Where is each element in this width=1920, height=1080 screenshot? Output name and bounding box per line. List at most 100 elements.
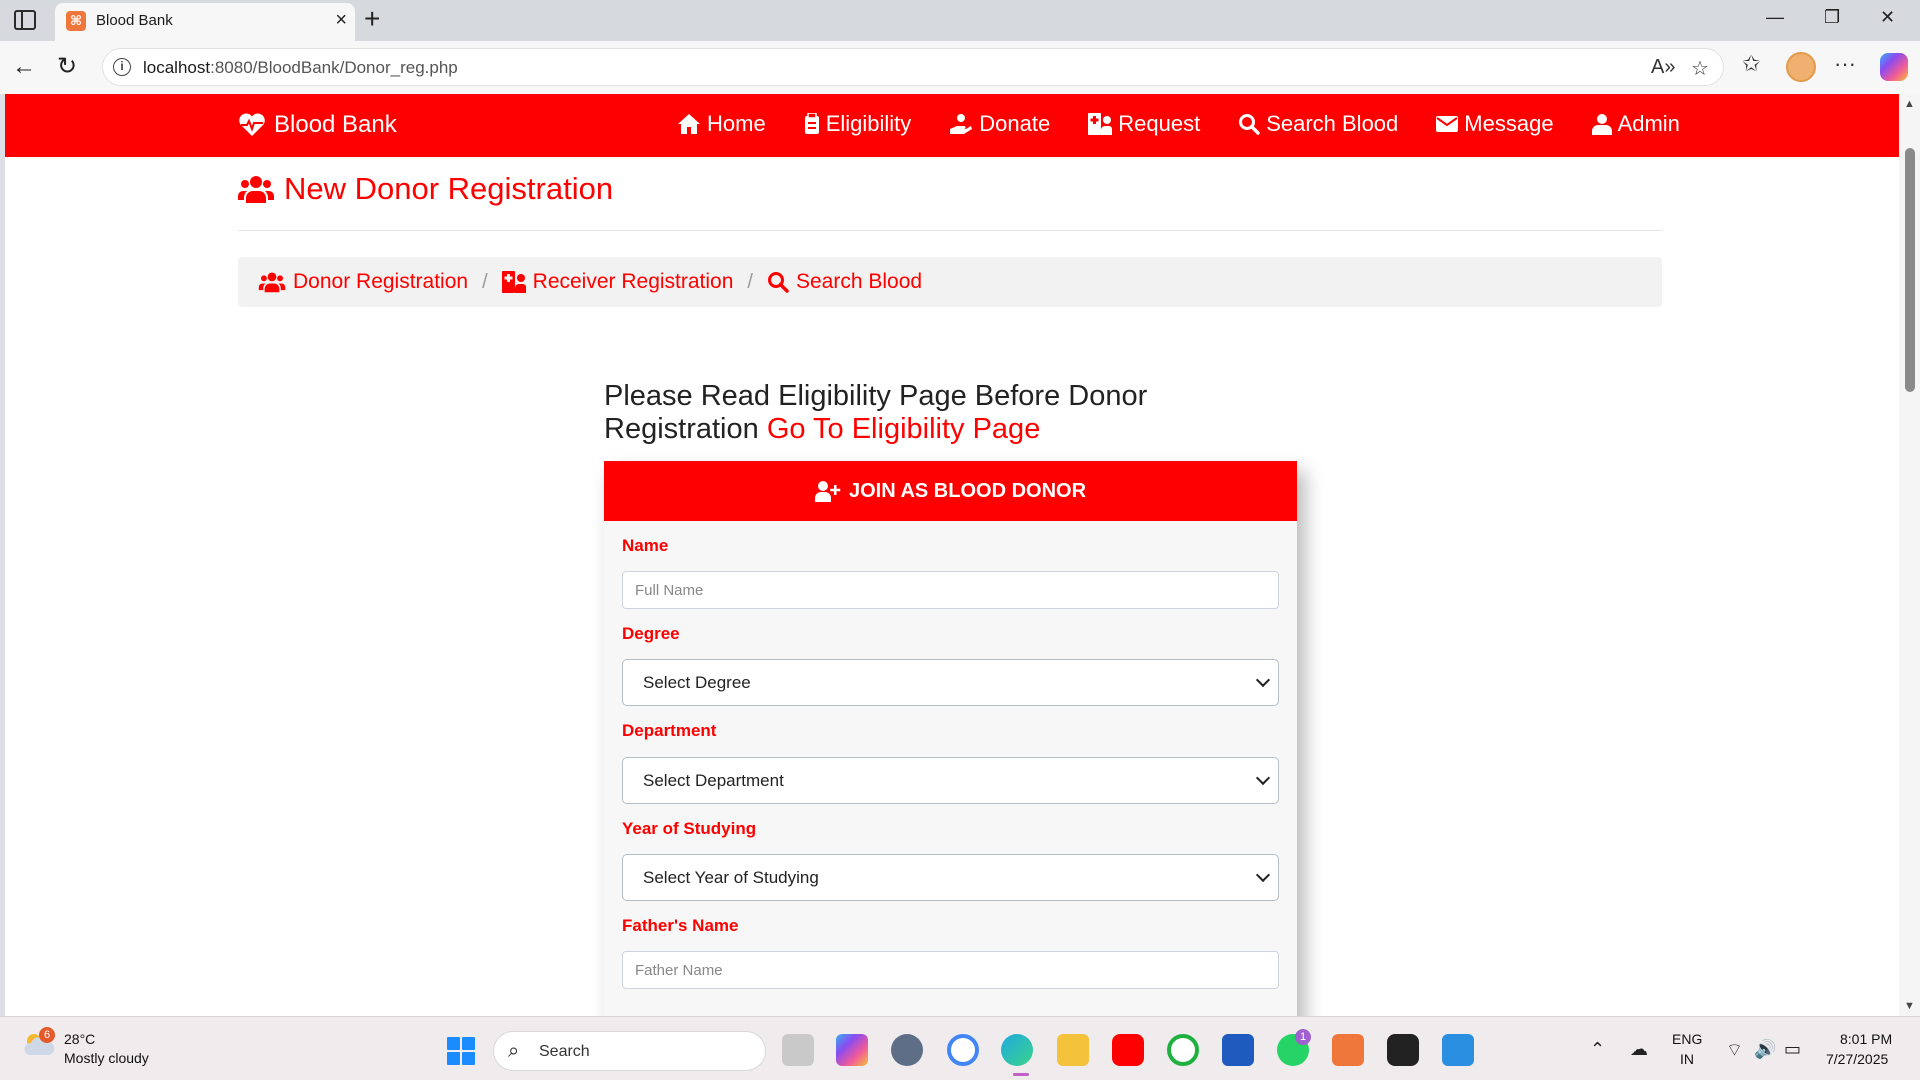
nav-search-blood[interactable]: Search Blood: [1238, 111, 1398, 137]
nav-admin-label: Admin: [1617, 111, 1680, 136]
browser-tab-bar: ⌘ Blood Bank × + — ❐ ✕: [0, 0, 1920, 41]
tab-title: Blood Bank: [96, 12, 173, 29]
name-input[interactable]: [622, 571, 1279, 609]
users-icon: [258, 272, 286, 293]
brand-label: Blood Bank: [274, 111, 397, 138]
breadcrumb-donor-registration[interactable]: Donor Registration: [258, 270, 468, 294]
weather-desc[interactable]: Mostly cloudy: [64, 1050, 149, 1066]
breadcrumb-receiver-label: Receiver Registration: [532, 270, 734, 293]
page-scrollbar[interactable]: ▲ ▼: [1899, 94, 1920, 1016]
xampp-favicon-icon: ⌘: [66, 11, 86, 31]
favorites-icon[interactable]: ✩: [1742, 51, 1760, 77]
site-navbar: Blood Bank Home Eligibility Donate Reque…: [5, 94, 1899, 157]
xampp-icon[interactable]: [1332, 1034, 1364, 1066]
url-field[interactable]: i localhost:8080/BloodBank/Donor_reg.php…: [102, 48, 1724, 86]
user-plus-icon: [814, 481, 841, 502]
home-icon: [678, 114, 700, 134]
active-app-indicator: [1013, 1073, 1029, 1076]
google-icon[interactable]: [947, 1034, 979, 1066]
scroll-thumb[interactable]: [1905, 148, 1915, 392]
battery-icon[interactable]: ▭: [1784, 1039, 1801, 1060]
year-select[interactable]: Select Year of Studying: [622, 854, 1279, 901]
volume-icon[interactable]: 🔊: [1754, 1039, 1776, 1060]
tab-close-icon[interactable]: ×: [335, 9, 347, 31]
form-header-label: JOIN AS BLOOD DONOR: [848, 479, 1087, 502]
taskbar: 6 28°C Mostly cloudy ⌕ Search 1 ⌃ ☁ ENG …: [0, 1016, 1920, 1080]
reload-icon[interactable]: ↻: [57, 52, 77, 81]
circular-app-icon[interactable]: [1167, 1034, 1199, 1066]
department-select[interactable]: Select Department: [622, 757, 1279, 804]
hand-holding-icon: [950, 114, 973, 134]
clock-date[interactable]: 7/27/2025: [1826, 1051, 1888, 1067]
clock-time[interactable]: 8:01 PM: [1840, 1031, 1892, 1047]
back-icon[interactable]: ←: [12, 53, 36, 81]
taskbar-search-label: Search: [539, 1043, 590, 1060]
word-icon[interactable]: [1222, 1034, 1254, 1066]
form-header: JOIN AS BLOOD DONOR: [604, 461, 1297, 521]
favorite-star-icon[interactable]: ☆: [1691, 56, 1709, 81]
weather-temp[interactable]: 28°C: [64, 1031, 95, 1047]
vscode-icon[interactable]: [1442, 1034, 1474, 1066]
nav-home[interactable]: Home: [677, 111, 766, 137]
search-icon: ⌕: [508, 1040, 520, 1062]
whatsapp-badge: 1: [1295, 1029, 1311, 1045]
breadcrumb-search-blood[interactable]: Search Blood: [767, 270, 922, 294]
close-window-icon[interactable]: ✕: [1880, 7, 1895, 28]
language-top[interactable]: ENG: [1672, 1031, 1702, 1047]
restore-icon[interactable]: ❐: [1824, 7, 1840, 28]
breadcrumb-separator: /: [482, 270, 488, 293]
nav-search-blood-label: Search Blood: [1266, 111, 1399, 136]
task-view-icon[interactable]: [782, 1034, 814, 1066]
minimize-icon[interactable]: —: [1766, 7, 1784, 28]
nav-donate[interactable]: Donate: [949, 111, 1050, 137]
browser-tab[interactable]: ⌘ Blood Bank ×: [55, 3, 355, 41]
eligibility-notice: Please Read Eligibility Page Before Dono…: [604, 380, 1224, 446]
new-tab-icon[interactable]: +: [364, 4, 380, 34]
donor-form-card: JOIN AS BLOOD DONOR Name Degree Select D…: [604, 461, 1297, 1016]
settings-gear-icon[interactable]: [891, 1034, 923, 1066]
show-hidden-icons-icon[interactable]: ⌃: [1590, 1039, 1605, 1060]
heartbeat-icon: [239, 113, 265, 136]
file-explorer-icon[interactable]: [1057, 1034, 1089, 1066]
nav-message[interactable]: Message: [1436, 111, 1554, 137]
youtube-icon[interactable]: [1112, 1034, 1144, 1066]
breadcrumb-donor-label: Donor Registration: [293, 270, 469, 293]
nav-admin[interactable]: Admin: [1591, 111, 1680, 137]
nav-home-label: Home: [707, 111, 766, 136]
father-name-label: Father's Name: [622, 916, 739, 935]
address-bar: ← ↻ i localhost:8080/BloodBank/Donor_reg…: [0, 41, 1920, 94]
page-title-text: New Donor Registration: [284, 171, 614, 206]
more-options-icon[interactable]: ···: [1834, 51, 1856, 77]
profile-avatar[interactable]: [1786, 52, 1816, 82]
language-bottom[interactable]: IN: [1680, 1051, 1694, 1067]
chevron-down-icon: [1255, 867, 1271, 883]
weather-badge: 6: [39, 1027, 55, 1043]
wifi-icon[interactable]: ⌔: [1726, 1039, 1743, 1062]
read-aloud-icon[interactable]: A»: [1651, 56, 1675, 79]
hospital-user-icon: [1088, 113, 1113, 135]
chatgpt-icon[interactable]: [1387, 1034, 1419, 1066]
scroll-up-icon[interactable]: ▲: [1904, 98, 1915, 110]
edge-browser-icon[interactable]: [1001, 1034, 1033, 1066]
nav-request[interactable]: Request: [1088, 111, 1200, 137]
copilot-icon[interactable]: [1880, 53, 1908, 81]
hospital-user-icon: [501, 271, 526, 293]
sidebar-toggle-icon[interactable]: [14, 10, 36, 30]
father-name-input[interactable]: [622, 951, 1279, 989]
scroll-down-icon[interactable]: ▼: [1904, 1000, 1915, 1012]
copilot-app-icon[interactable]: [836, 1034, 868, 1066]
windows-start-icon[interactable]: [447, 1037, 475, 1065]
page-title: New Donor Registration: [238, 171, 613, 207]
chevron-down-icon: [1255, 770, 1271, 786]
eligibility-link[interactable]: Go To Eligibility Page: [767, 413, 1041, 445]
nav-eligibility[interactable]: Eligibility: [804, 111, 911, 137]
breadcrumb-search-label: Search Blood: [795, 270, 923, 293]
site-info-icon[interactable]: i: [113, 58, 131, 76]
brand-link[interactable]: Blood Bank: [238, 111, 397, 139]
nav-donate-label: Donate: [979, 111, 1051, 136]
taskbar-search[interactable]: ⌕ Search: [493, 1031, 766, 1071]
degree-select[interactable]: Select Degree: [622, 659, 1279, 706]
onedrive-icon[interactable]: ☁: [1630, 1039, 1648, 1060]
breadcrumb-receiver-registration[interactable]: Receiver Registration: [501, 270, 734, 294]
breadcrumb-separator: /: [747, 270, 753, 293]
